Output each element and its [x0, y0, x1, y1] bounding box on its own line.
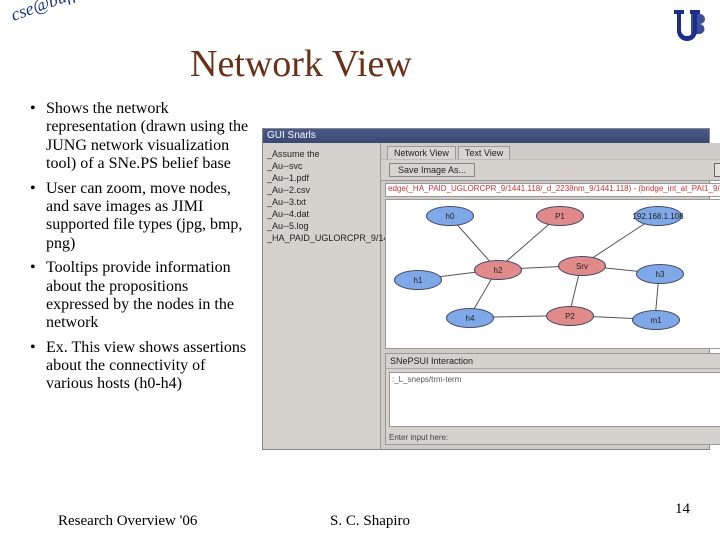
footer-left: Research Overview '06 — [58, 513, 197, 530]
window-titlebar: GUI Snarls — [263, 129, 709, 143]
graph-node[interactable]: Srv — [558, 256, 606, 276]
graph-node[interactable]: h0 — [426, 206, 474, 226]
zoom-out-button[interactable] — [714, 163, 720, 177]
left-panel-item: _Au--1.pdf — [267, 173, 376, 183]
app-screenshot: GUI Snarls _Assume the _Au--svc _Au--1.p… — [262, 128, 710, 450]
network-graph-canvas[interactable]: h0 P1 192.168.1.108 h1 h2 Srv h3 h4 P2 m1 — [385, 199, 720, 349]
cse-logo: cse@buffalo — [8, 0, 100, 26]
interaction-input-label: Enter input here: — [386, 430, 720, 444]
slide-title: Network View — [190, 42, 412, 86]
footer-center: S. C. Shapiro — [330, 513, 410, 530]
selection-path: edge(_HA_PAID_UGLORCPR_9/1441.118/_d_223… — [385, 183, 720, 197]
left-panel-item: _Au--3.txt — [267, 197, 376, 207]
right-panel: Network View Text View Save Image As... … — [381, 143, 720, 449]
graph-toolbar: Save Image As... — [381, 159, 720, 181]
page-number: 14 — [675, 501, 690, 518]
bullet-list: Shows the network representation (drawn … — [20, 100, 255, 400]
bullet-item: User can zoom, move nodes, and save imag… — [34, 180, 255, 254]
graph-node[interactable]: P1 — [536, 206, 584, 226]
interaction-output: :_L_sneps/trm-term — [389, 372, 720, 427]
ub-logo — [670, 8, 708, 42]
left-panel-item: _Au--4.dat — [267, 209, 376, 219]
graph-node[interactable]: h2 — [474, 260, 522, 280]
tab-bar: Network View Text View — [381, 143, 720, 159]
tab-network-view[interactable]: Network View — [387, 146, 456, 159]
left-panel-item: _Au--5.log — [267, 221, 376, 231]
bullet-item: Ex. This view shows assertions about the… — [34, 339, 255, 394]
save-image-button[interactable]: Save Image As... — [389, 163, 475, 177]
graph-node[interactable]: h3 — [636, 264, 684, 284]
bullet-item: Tooltips provide information about the p… — [34, 259, 255, 333]
left-panel-item: _HA_PAID_UGLORCPR_9/1441.118 — [267, 233, 376, 243]
left-panel-item: _Assume the — [267, 149, 376, 159]
left-panel: _Assume the _Au--svc _Au--1.pdf _Au--2.c… — [263, 143, 381, 449]
graph-node[interactable]: h1 — [394, 270, 442, 290]
graph-node[interactable]: P2 — [546, 306, 594, 326]
graph-node[interactable]: h4 — [446, 308, 494, 328]
graph-node[interactable]: m1 — [632, 310, 680, 330]
interaction-header: SNePSUI Interaction — [386, 354, 720, 369]
interaction-panel: SNePSUI Interaction :_L_sneps/trm-term E… — [385, 353, 720, 445]
graph-node[interactable]: 192.168.1.108 — [634, 206, 682, 226]
bullet-item: Shows the network representation (drawn … — [34, 100, 255, 174]
slide: cse@buffalo Network View Shows the netwo… — [0, 0, 720, 540]
tab-text-view[interactable]: Text View — [458, 146, 510, 159]
left-panel-item: _Au--svc — [267, 161, 376, 171]
left-panel-item: _Au--2.csv — [267, 185, 376, 195]
